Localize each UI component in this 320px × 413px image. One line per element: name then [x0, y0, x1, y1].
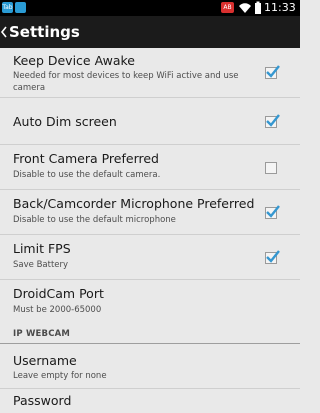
status-bar: Tab AB 11:33 — [0, 0, 300, 16]
wifi-icon — [239, 3, 251, 14]
page-title[interactable]: Settings — [9, 16, 80, 48]
checkmark-icon — [266, 250, 280, 263]
notification-app-icon-2 — [15, 2, 26, 13]
auto-dim-checkbox[interactable] — [265, 114, 280, 128]
pref-title: Auto Dim screen — [13, 114, 117, 129]
checkmark-icon — [266, 114, 280, 127]
pref-droidcam-port[interactable]: DroidCam Port Must be 2000-65000 — [0, 280, 300, 325]
pref-title: DroidCam Port — [13, 286, 104, 301]
checkmark-icon — [266, 205, 280, 218]
pref-summary: Leave empty for none — [13, 371, 107, 381]
pref-summary: Save Battery — [13, 260, 69, 270]
limit-fps-checkbox[interactable] — [265, 250, 280, 264]
battery-icon — [255, 1, 261, 14]
pref-title: Password — [13, 393, 72, 408]
pref-title: Username — [13, 353, 77, 368]
pref-username[interactable]: Username Leave empty for none — [0, 344, 300, 389]
pref-limit-fps[interactable]: Limit FPS Save Battery — [0, 235, 300, 280]
pref-title: Limit FPS — [13, 241, 71, 256]
pref-password[interactable]: Password — [0, 389, 300, 413]
pref-auto-dim-screen[interactable]: Auto Dim screen — [0, 98, 300, 145]
pref-title: Keep Device Awake — [13, 53, 135, 68]
pref-back-camcorder-microphone[interactable]: Back/Camcorder Microphone Preferred Disa… — [0, 190, 300, 235]
status-clock: 11:33 — [264, 1, 296, 14]
pref-summary: Must be 2000-65000 — [13, 305, 102, 315]
notification-app-icon: Tab — [2, 2, 13, 13]
back-mic-checkbox[interactable] — [265, 205, 280, 219]
wifi-battery-icons — [239, 1, 261, 14]
pref-title: Front Camera Preferred — [13, 151, 159, 166]
pref-summary: Disable to use the default microphone — [13, 215, 176, 225]
section-header-label: IP WEBCAM — [13, 329, 71, 339]
section-header-ip-webcam: IP WEBCAM — [0, 325, 300, 344]
settings-list: Keep Device Awake Needed for most device… — [0, 48, 300, 413]
pref-title: Back/Camcorder Microphone Preferred — [13, 196, 255, 211]
front-camera-checkbox[interactable] — [265, 162, 277, 174]
action-bar: Settings — [0, 16, 300, 48]
pref-summary: Needed for most devices to keep WiFi act… — [13, 71, 239, 93]
pref-summary: Disable to use the default camera. — [13, 170, 161, 180]
checkmark-icon — [266, 65, 280, 78]
ab-notification-badge: AB — [221, 2, 234, 13]
pref-front-camera-preferred[interactable]: Front Camera Preferred Disable to use th… — [0, 145, 300, 190]
back-chevron-icon[interactable] — [0, 24, 8, 40]
keep-awake-checkbox[interactable] — [265, 65, 280, 79]
pref-keep-device-awake[interactable]: Keep Device Awake Needed for most device… — [0, 48, 300, 98]
